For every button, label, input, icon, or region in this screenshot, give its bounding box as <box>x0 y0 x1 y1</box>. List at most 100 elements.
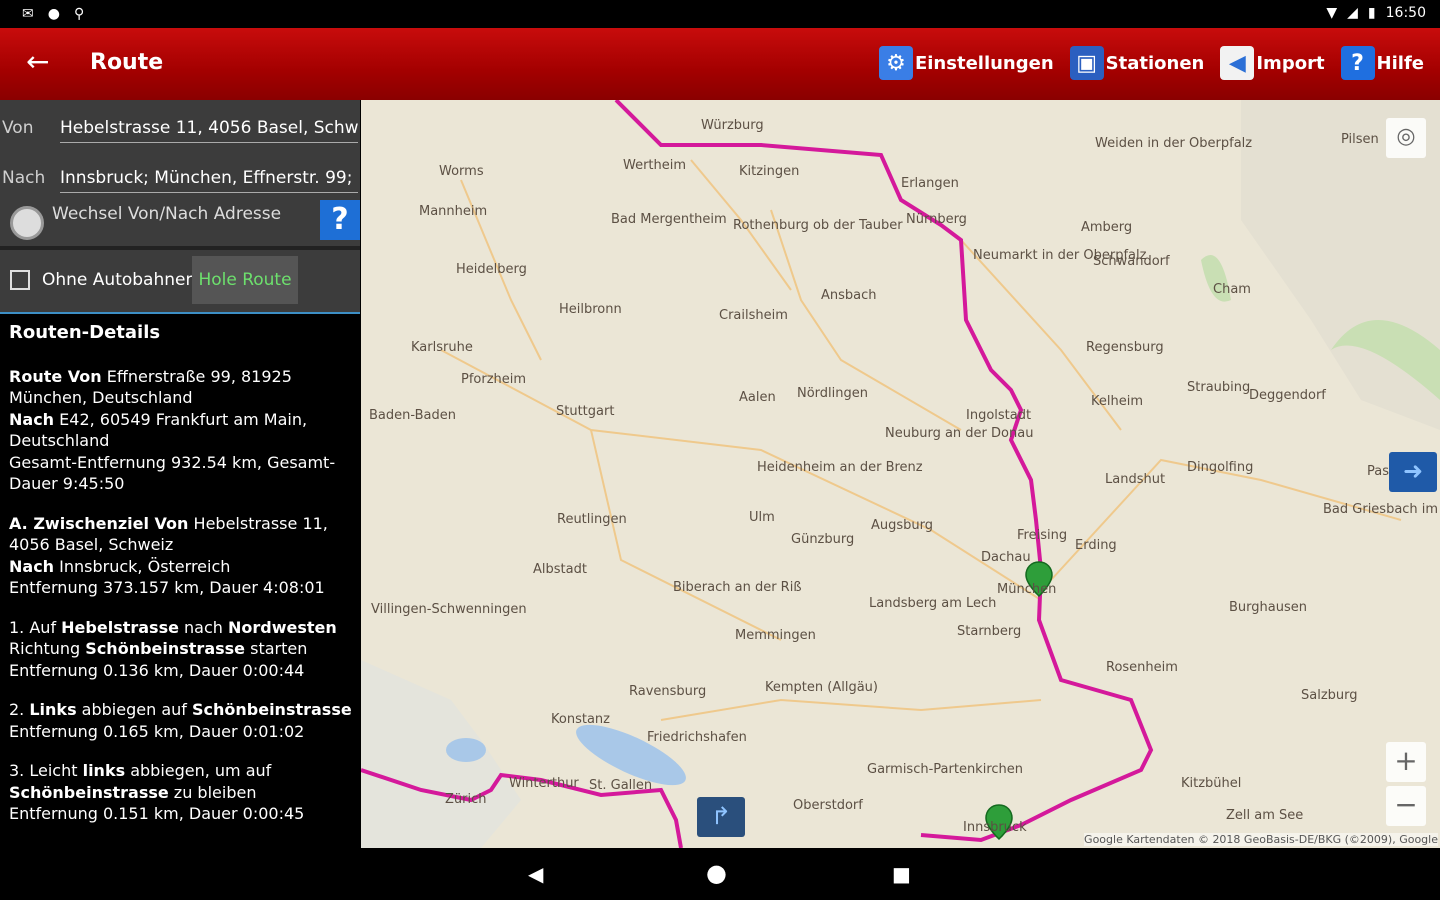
map-city-label: Dachau <box>981 550 1031 565</box>
turn-icon[interactable]: ↱ <box>697 797 745 837</box>
from-input[interactable]: Hebelstrasse 11, 4056 Basel, Schweiz <box>60 118 358 143</box>
help-icon: ? <box>1340 46 1375 80</box>
settings-button[interactable]: ⚙ Einstellungen <box>878 46 1054 80</box>
stations-button[interactable]: ▣ Stationen <box>1069 46 1204 80</box>
map-city-label: Bad Mergentheim <box>611 212 727 227</box>
map-city-label: Cham <box>1213 282 1251 297</box>
map-city-label: Albstadt <box>533 562 587 577</box>
map-city-label: Würzburg <box>701 118 764 133</box>
map-city-label: Aalen <box>739 390 776 405</box>
gear-icon: ⚙ <box>878 46 913 80</box>
map-city-label: Zell am See <box>1226 808 1304 823</box>
map-city-label: Karlsruhe <box>411 340 473 355</box>
map-attribution: Google Kartendaten © 2018 GeoBasis-DE/BK… <box>1084 833 1438 846</box>
map-city-label: Erding <box>1075 538 1117 553</box>
map-city-label: Garmisch-Partenkirchen <box>867 762 1024 777</box>
map-city-label: Crailsheim <box>719 308 788 323</box>
wifi-icon: ▼ <box>1326 5 1338 21</box>
map-city-label: Günzburg <box>791 532 855 547</box>
map-city-label: Kempten (Allgäu) <box>765 680 878 695</box>
import-button[interactable]: ◀ Import <box>1220 46 1325 80</box>
import-icon: ◀ <box>1220 46 1255 80</box>
route-panel: Von Hebelstrasse 11, 4056 Basel, Schweiz… <box>0 100 360 848</box>
swap-icon[interactable] <box>10 206 44 240</box>
no-highways-label[interactable]: Ohne Autobahnen <box>42 270 196 290</box>
map-city-label: Innsbruck <box>963 820 1027 835</box>
map-city-label: Zürich <box>445 792 487 807</box>
from-label: Von <box>2 118 34 138</box>
arrow-right-icon[interactable]: ➜ <box>1389 452 1437 492</box>
route-form: Von Hebelstrasse 11, 4056 Basel, Schweiz… <box>0 100 360 314</box>
station-icon: ▣ <box>1069 46 1104 80</box>
map-city-label: Winterthur <box>509 776 579 791</box>
map-city-label: Amberg <box>1081 220 1133 235</box>
map-city-label: Rothenburg ob der Tauber <box>733 218 903 233</box>
map-city-label: Schwandorf <box>1093 254 1170 269</box>
map-city-label: Pilsen <box>1341 132 1379 147</box>
to-label: Nach <box>2 168 46 188</box>
map-city-label: Landshut <box>1105 472 1166 487</box>
map-city-label: St. Gallen <box>589 778 653 793</box>
nav-home-icon[interactable]: ● <box>706 859 727 887</box>
waypoint-summary: A. Zwischenziel Von Hebelstrasse 11, 405… <box>9 513 328 598</box>
clock: 16:50 <box>1385 5 1426 21</box>
map-city-label: Baden-Baden <box>369 408 456 423</box>
map-city-label: Kelheim <box>1091 394 1143 409</box>
battery-icon: ▮ <box>1367 5 1376 21</box>
divider <box>0 246 360 250</box>
map-city-label: Biberach an der Riß <box>673 580 802 595</box>
map-city-label: Augsburg <box>871 518 934 533</box>
list-item: 1. Auf Hebelstrasse nach Nordwesten Rich… <box>9 617 337 680</box>
map-city-label: Oberstdorf <box>793 798 863 813</box>
nav-recents-icon[interactable]: ■ <box>892 862 911 886</box>
map-city-label: Regensburg <box>1086 340 1164 355</box>
map-city-label: Neuburg an der Donau <box>885 426 1034 441</box>
swap-address-label[interactable]: Wechsel Von/Nach Adresse <box>52 204 281 224</box>
map-city-label: Mannheim <box>419 204 488 219</box>
form-help-button[interactable]: ? <box>320 200 360 240</box>
app-bar: ← Route ⚙ Einstellungen ▣ Stationen ◀ Im… <box>0 28 1440 100</box>
map-city-label: München <box>997 582 1057 597</box>
map-city-label: Straubing <box>1187 380 1251 395</box>
map-city-label: Reutlingen <box>557 512 627 527</box>
map-city-label: Heilbronn <box>559 302 622 317</box>
no-highways-checkbox[interactable] <box>10 270 30 290</box>
nav-back-icon[interactable]: ◀ <box>528 862 543 886</box>
route-details: Routen-Details Route Von Effnerstraße 99… <box>0 314 360 825</box>
map-city-label: Ravensburg <box>629 684 707 699</box>
help-button[interactable]: ? Hilfe <box>1340 46 1424 80</box>
my-location-icon[interactable]: ◎ <box>1386 118 1426 158</box>
sync-icon: ● <box>47 6 60 22</box>
map-city-label: Kitzingen <box>739 164 800 179</box>
map-city-label: Ingolstadt <box>966 408 1032 423</box>
get-route-button[interactable]: Hole Route <box>192 256 298 304</box>
signal-icon: ◢ <box>1347 5 1358 21</box>
back-arrow-icon[interactable]: ← <box>26 48 56 78</box>
divider <box>0 312 360 314</box>
map-city-label: Ulm <box>749 510 775 525</box>
location-icon: ⚲ <box>73 6 85 22</box>
map-city-label: Wertheim <box>623 158 687 173</box>
list-item: 3. Leicht links abbiegen, um auf Schönbe… <box>9 761 305 823</box>
map-city-label: Konstanz <box>551 712 610 727</box>
message-icon: ✉ <box>22 6 34 22</box>
map-city-label: Erlangen <box>901 176 959 191</box>
to-input[interactable]: Innsbruck; München, Effnerstr. 99; 5C <box>60 168 358 193</box>
map-city-label: Heidelberg <box>456 262 527 277</box>
list-item: 2. Links abbiegen auf Schönbeinstrasse E… <box>9 700 352 741</box>
map-city-label: Freising <box>1017 528 1068 543</box>
map-city-label: Dingolfing <box>1187 460 1254 475</box>
zoom-in-button[interactable]: + <box>1386 742 1426 782</box>
map-view[interactable]: Würzburg Wertheim Kitzingen Erlangen Nürnber… <box>361 100 1440 848</box>
map-city-label: Memmingen <box>735 628 816 643</box>
details-title: Routen-Details <box>9 322 161 343</box>
map-city-label: Kitzbühel <box>1181 776 1242 791</box>
map-city-label: Bad Griesbach im Rottal <box>1323 502 1440 517</box>
zoom-out-button[interactable]: − <box>1386 786 1426 826</box>
map-city-label: Pforzheim <box>461 372 527 387</box>
status-bar: ✉ ● ⚲ ▼ ◢ ▮ 16:50 <box>0 0 1440 28</box>
map-city-label: Friedrichshafen <box>647 730 747 745</box>
map-city-label: Nördlingen <box>797 386 868 401</box>
map-city-label: Nürnberg <box>906 212 967 227</box>
map-city-label: Starnberg <box>957 624 1022 639</box>
